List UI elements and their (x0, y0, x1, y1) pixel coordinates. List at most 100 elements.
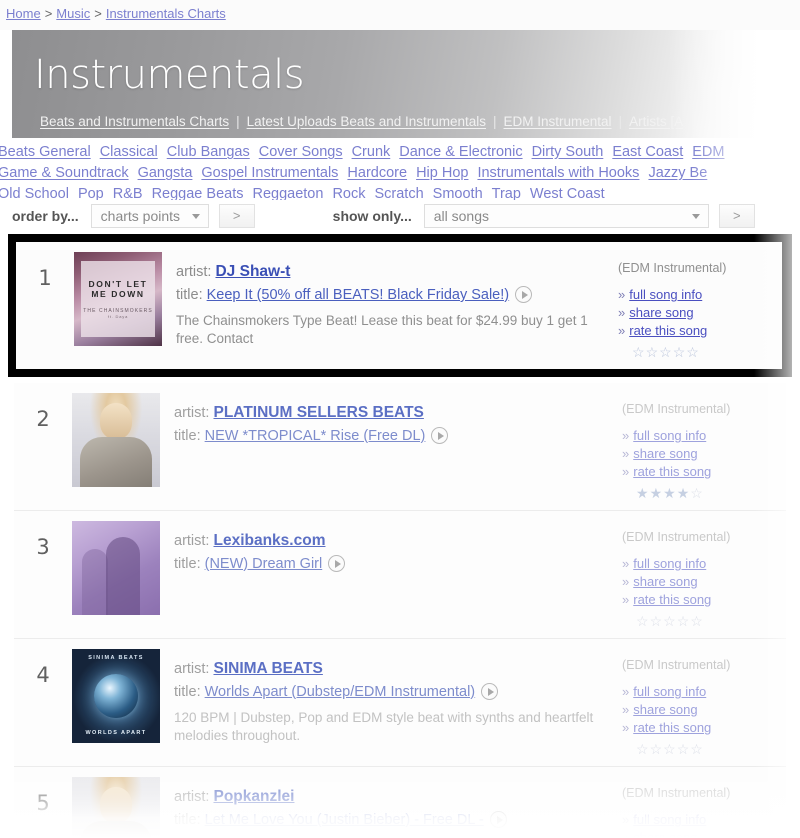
rating-star[interactable]: ☆ (690, 485, 704, 501)
category-reggae-beats[interactable]: Reggae Beats (152, 186, 244, 200)
star-rating[interactable]: ☆☆☆☆☆ (618, 344, 782, 361)
rating-star[interactable]: ☆ (673, 344, 687, 360)
song-title-link[interactable]: Worlds Apart (Dubstep/EDM Instrumental) (205, 684, 476, 700)
rating-star[interactable]: ☆ (646, 344, 660, 360)
category-rock[interactable]: Rock (332, 186, 365, 200)
category-game-soundtrack[interactable]: Game & Soundtrack (0, 165, 129, 181)
share-song-link[interactable]: share song (633, 830, 697, 838)
rating-star[interactable]: ☆ (650, 613, 664, 629)
category-beats-general[interactable]: Beats General (0, 144, 91, 160)
category-cover-songs[interactable]: Cover Songs (259, 144, 343, 160)
category-classical[interactable]: Classical (100, 144, 158, 160)
song-title-link[interactable]: (NEW) Dream Girl (205, 556, 323, 572)
banner-nav-beats-charts[interactable]: Beats and Instrumentals Charts (40, 114, 229, 129)
category-east-coast[interactable]: East Coast (612, 144, 683, 160)
category-edm[interactable]: EDM (692, 144, 724, 160)
category-west-coast[interactable]: West Coast (530, 186, 605, 200)
rate-this-song-link[interactable]: rate this song (633, 720, 711, 735)
banner-nav-edm-instrumental[interactable]: EDM Instrumental (504, 114, 612, 129)
full-song-info-link[interactable]: full song info (633, 428, 706, 443)
category-rnb[interactable]: R&B (113, 186, 143, 200)
full-song-info-link[interactable]: full song info (633, 684, 706, 699)
rating-star[interactable]: ☆ (650, 741, 664, 757)
artist-link[interactable]: Popkanzlei (213, 788, 294, 805)
category-row-3: Old School Pop R&B Reggae Beats Reggaeton Roc… (0, 184, 800, 200)
rate-this-song-link[interactable]: rate this song (633, 592, 711, 607)
rating-star[interactable]: ★ (650, 485, 664, 501)
album-art-image: SINIMA BEATS WORLDS APART (72, 649, 160, 743)
album-art-thumbnail[interactable] (72, 777, 160, 838)
play-icon[interactable] (481, 683, 499, 700)
full-song-info-link[interactable]: full song info (633, 556, 706, 571)
play-icon[interactable] (515, 286, 533, 303)
category-club-bangas[interactable]: Club Bangas (167, 144, 250, 160)
album-art-thumbnail[interactable]: DON'T LET ME DOWN THE CHAINSMOKERS ft. Daya (74, 252, 162, 346)
rating-star[interactable]: ☆ (686, 344, 700, 360)
rating-star[interactable]: ☆ (663, 613, 677, 629)
rating-star[interactable]: ☆ (663, 741, 677, 757)
breadcrumb-link-home[interactable]: Home (6, 6, 41, 21)
album-art-thumbnail[interactable] (72, 521, 160, 615)
breadcrumb-link-music[interactable]: Music (56, 6, 90, 21)
rating-star[interactable]: ☆ (677, 613, 691, 629)
share-song-link[interactable]: share song (629, 305, 693, 320)
category-smooth[interactable]: Smooth (433, 186, 483, 200)
artist-line: artist: Lexibanks.com (174, 529, 618, 553)
category-dance-electronic[interactable]: Dance & Electronic (399, 144, 522, 160)
album-art-figure-body (80, 821, 152, 838)
full-song-info-link[interactable]: full song info (629, 287, 702, 302)
rating-star[interactable]: ★ (677, 485, 691, 501)
rating-star[interactable]: ☆ (632, 344, 646, 360)
category-pop[interactable]: Pop (78, 186, 104, 200)
play-icon[interactable] (328, 555, 346, 572)
rating-star[interactable]: ☆ (690, 613, 704, 629)
rating-star[interactable]: ☆ (659, 344, 673, 360)
category-trap[interactable]: Trap (492, 186, 521, 200)
category-crunk[interactable]: Crunk (352, 144, 391, 160)
song-title-link[interactable]: NEW *TROPICAL* Rise (Free DL) (205, 428, 426, 444)
artist-link[interactable]: Lexibanks.com (213, 532, 325, 549)
breadcrumb-link-instrumentals-charts[interactable]: Instrumentals Charts (106, 6, 226, 21)
category-jazzy-beats[interactable]: Jazzy Be (648, 165, 707, 181)
song-title-link[interactable]: Keep It (50% off all BEATS! Black Friday… (207, 287, 509, 303)
star-rating[interactable]: ★★★★☆ (622, 485, 786, 502)
full-song-info-link[interactable]: full song info (633, 812, 706, 827)
category-gangsta[interactable]: Gangsta (138, 165, 193, 181)
share-song-link[interactable]: share song (633, 702, 697, 717)
show-only-select[interactable]: all songs (423, 204, 709, 228)
artist-link[interactable]: DJ Shaw-t (215, 263, 290, 280)
play-icon[interactable] (489, 811, 507, 828)
rating-star[interactable]: ☆ (636, 741, 650, 757)
category-old-school[interactable]: Old School (0, 186, 69, 200)
rating-star[interactable]: ★ (636, 485, 650, 501)
banner-nav-artists[interactable]: Artists [A (629, 114, 683, 129)
category-dirty-south[interactable]: Dirty South (532, 144, 604, 160)
star-rating[interactable]: ☆☆☆☆☆ (622, 613, 786, 630)
category-scratch[interactable]: Scratch (374, 186, 423, 200)
rating-star[interactable]: ☆ (677, 741, 691, 757)
category-gospel-instrumentals[interactable]: Gospel Instrumentals (201, 165, 338, 181)
rate-this-song-link[interactable]: rate this song (633, 464, 711, 479)
album-art-thumbnail[interactable]: SINIMA BEATS WORLDS APART (72, 649, 160, 743)
order-by-select[interactable]: charts points (90, 204, 209, 228)
rating-star[interactable]: ★ (663, 485, 677, 501)
share-song-link[interactable]: share song (633, 446, 697, 461)
breadcrumb-separator: > (44, 6, 53, 21)
artist-link[interactable]: PLATINUM SELLERS BEATS (213, 404, 423, 421)
banner-nav-latest-uploads[interactable]: Latest Uploads Beats and Instrumentals (247, 114, 486, 129)
order-by-go-button[interactable]: > (218, 204, 255, 228)
category-reggaeton[interactable]: Reggaeton (252, 186, 323, 200)
rating-star[interactable]: ☆ (636, 613, 650, 629)
category-hardcore[interactable]: Hardcore (347, 165, 407, 181)
album-art-thumbnail[interactable] (72, 393, 160, 487)
category-instrumentals-with-hooks[interactable]: Instrumentals with Hooks (477, 165, 639, 181)
rating-star[interactable]: ☆ (690, 741, 704, 757)
share-song-link[interactable]: share song (633, 574, 697, 589)
artist-link[interactable]: SINIMA BEATS (213, 660, 322, 677)
show-only-go-button[interactable]: > (718, 204, 755, 228)
play-icon[interactable] (431, 427, 449, 444)
song-title-link[interactable]: Let Me Love You (Justin Bieber) - Free D… (205, 812, 484, 828)
rate-this-song-link[interactable]: rate this song (629, 323, 707, 338)
star-rating[interactable]: ☆☆☆☆☆ (622, 741, 786, 758)
category-hip-hop[interactable]: Hip Hop (416, 165, 468, 181)
